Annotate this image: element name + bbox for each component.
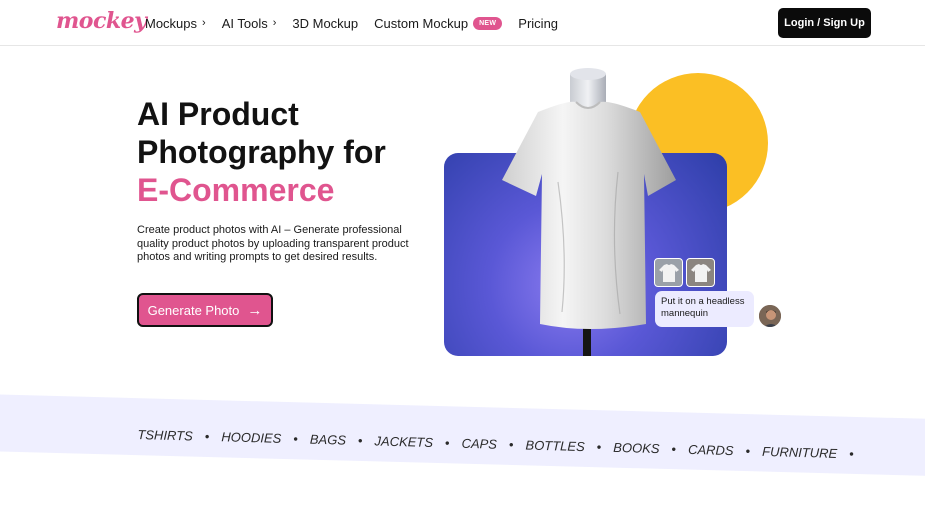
chevron-right-icon: ›: [272, 16, 277, 29]
separator-dot: •: [849, 445, 854, 461]
hero-description: Create product photos with AI – Generate…: [137, 224, 409, 263]
generate-photo-button[interactable]: Generate Photo →: [137, 293, 273, 327]
reference-thumbnails: [654, 258, 715, 287]
nav-item-label: Pricing: [518, 15, 559, 31]
chevron-right-icon: ›: [202, 16, 206, 29]
hero-title-line1: AI Product: [137, 96, 299, 132]
nav-menu: Mockups › AI Tools › 3D Mockup Custom Mo…: [145, 0, 558, 46]
generate-photo-label: Generate Photo: [147, 302, 240, 318]
separator-dot: •: [357, 432, 363, 448]
user-avatar: [758, 304, 782, 328]
prompt-bubble: Put it on a headless mannequin: [655, 291, 754, 327]
category-item[interactable]: BOTTLES: [525, 437, 585, 454]
category-item[interactable]: BAGS: [310, 431, 347, 447]
tshirt-icon: [690, 263, 711, 282]
nav-item-label: 3D Mockup: [292, 15, 359, 31]
login-signup-button[interactable]: Login / Sign Up: [778, 8, 871, 38]
category-item[interactable]: CAPS: [461, 435, 497, 451]
tshirt-thumbnail-2[interactable]: [686, 258, 715, 287]
separator-dot: •: [293, 430, 299, 446]
nav-item-label: Mockups: [145, 15, 198, 31]
separator-dot: •: [745, 442, 751, 459]
separator-dot: •: [508, 436, 514, 452]
top-nav: mockey Mockups › AI Tools › 3D Mockup Cu…: [0, 0, 925, 46]
arrow-right-icon: →: [247, 301, 263, 319]
separator-dot: •: [596, 438, 602, 455]
category-item[interactable]: HOODIES: [221, 429, 281, 446]
person-icon: [759, 305, 781, 327]
separator-dot: •: [204, 428, 210, 444]
nav-item-label: Custom Mockup: [374, 15, 469, 31]
hero-title: AI Product Photography for E-Commerce: [137, 95, 437, 209]
logo-text: mockey: [56, 8, 147, 34]
nav-item-pricing[interactable]: Pricing: [518, 16, 558, 31]
hero-title-line2: Photography for: [137, 134, 386, 170]
category-item[interactable]: TSHIRTS: [137, 426, 193, 442]
nav-item-custom-mockup[interactable]: Custom Mockup NEW: [374, 15, 503, 31]
tshirt-thumbnail-1[interactable]: [654, 258, 683, 287]
nav-item-3d-mockup[interactable]: 3D Mockup: [292, 16, 358, 31]
tshirt-icon: [658, 263, 679, 282]
separator-dot: •: [444, 434, 450, 450]
category-item[interactable]: JACKETS: [374, 433, 433, 450]
mockey-logo[interactable]: mockey: [54, 6, 147, 40]
nav-item-ai-tools[interactable]: AI Tools ›: [222, 16, 277, 31]
nav-item-label: AI Tools: [221, 15, 268, 31]
nav-item-mockups[interactable]: Mockups ›: [145, 16, 206, 31]
category-item[interactable]: CARDS: [688, 441, 734, 457]
category-item[interactable]: FURNITURE: [762, 443, 837, 460]
tshirt-mannequin-image: [502, 68, 676, 329]
category-item[interactable]: BOOKS: [613, 439, 660, 455]
separator-dot: •: [671, 440, 677, 457]
hero-title-accent: E-Commerce: [137, 172, 335, 208]
new-badge: NEW: [473, 16, 503, 30]
